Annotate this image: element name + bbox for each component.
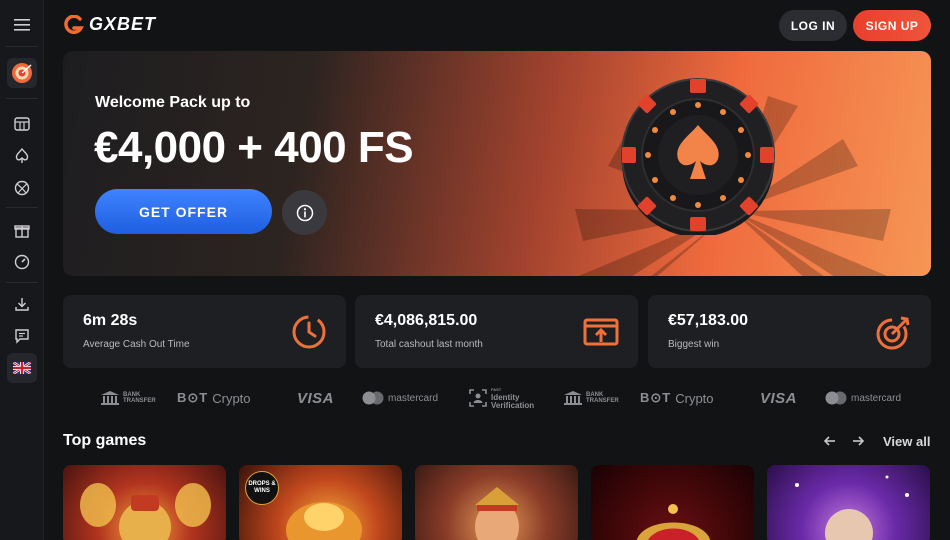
speedometer-icon[interactable] [7, 247, 37, 277]
banner-subtitle: Welcome Pack up to [95, 94, 251, 111]
download-icon[interactable] [7, 289, 37, 319]
clock-icon [292, 315, 326, 349]
mastercard-logo: mastercard [362, 385, 438, 411]
mastercard-logo: mastercard [825, 385, 901, 411]
game-art [475, 487, 519, 540]
stat-value: €57,183.00 [668, 312, 749, 329]
poker-chip-icon [621, 78, 775, 235]
get-offer-button[interactable]: GET OFFER [95, 189, 272, 234]
arrow-left-icon[interactable] [822, 432, 838, 450]
drops-wins-badge: DROPS & WINS [245, 471, 279, 505]
sports-ball-icon[interactable] [7, 173, 37, 203]
logo-text: GXBET [89, 14, 157, 34]
game-tile[interactable] [415, 465, 578, 540]
info-icon[interactable] [282, 190, 327, 235]
stat-label: Biggest win [668, 339, 720, 350]
game-tile[interactable]: DROPS & WINS [239, 465, 402, 540]
site-logo[interactable]: GXBET [63, 14, 156, 35]
crypto-logo: B⊙T Crypto [640, 390, 714, 406]
visa-logo: VISA [760, 389, 798, 407]
uk-flag-icon[interactable] [7, 353, 37, 383]
stat-label: Total cashout last month [375, 339, 483, 350]
slot-machine-icon[interactable] [7, 109, 37, 139]
game-tile[interactable] [63, 465, 226, 540]
arrow-right-icon[interactable] [850, 432, 866, 450]
signup-button[interactable]: SIGN UP [853, 10, 931, 41]
login-button[interactable]: LOG IN [779, 10, 847, 41]
stat-card-total-cashout: €4,086,815.00 Total cashout last month [355, 295, 638, 368]
gift-icon[interactable] [7, 215, 37, 245]
game-art [795, 475, 909, 540]
target-icon[interactable] [7, 58, 37, 88]
spade-icon[interactable] [7, 141, 37, 171]
stat-label: Average Cash Out Time [83, 339, 190, 350]
sidebar [0, 0, 44, 540]
stat-value: 6m 28s [83, 312, 138, 329]
logo-mark-icon [64, 14, 84, 34]
stat-card-cashout-time: 6m 28s Average Cash Out Time [63, 295, 346, 368]
top-games-title: Top games [63, 432, 147, 449]
bank-transfer-logo: BANK TRANSFER [564, 385, 619, 411]
chat-icon[interactable] [7, 321, 37, 351]
menu-icon[interactable] [7, 10, 37, 40]
game-art [80, 483, 211, 540]
target-arrow-icon [876, 316, 910, 350]
payment-methods: BANK TRANSFER B⊙T Crypto VISA mastercard … [63, 385, 931, 411]
banner-title: €4,000 + 400 FS [94, 123, 414, 172]
cashout-icon [583, 318, 619, 346]
welcome-banner[interactable]: Welcome Pack up to €4,000 + 400 FS GET O… [63, 51, 931, 276]
stat-value: €4,086,815.00 [375, 312, 478, 329]
game-tile[interactable] [591, 465, 754, 540]
game-art [637, 504, 710, 540]
crypto-logo: B⊙T Crypto [177, 390, 251, 406]
identity-verification-logo: FAST Identity Verification [469, 385, 534, 411]
stat-card-biggest-win: €57,183.00 Biggest win [648, 295, 931, 368]
visa-logo: VISA [297, 389, 335, 407]
bank-transfer-logo: BANK TRANSFER [101, 385, 156, 411]
view-all-link[interactable]: View all [883, 434, 930, 449]
game-tile[interactable] [767, 465, 930, 540]
